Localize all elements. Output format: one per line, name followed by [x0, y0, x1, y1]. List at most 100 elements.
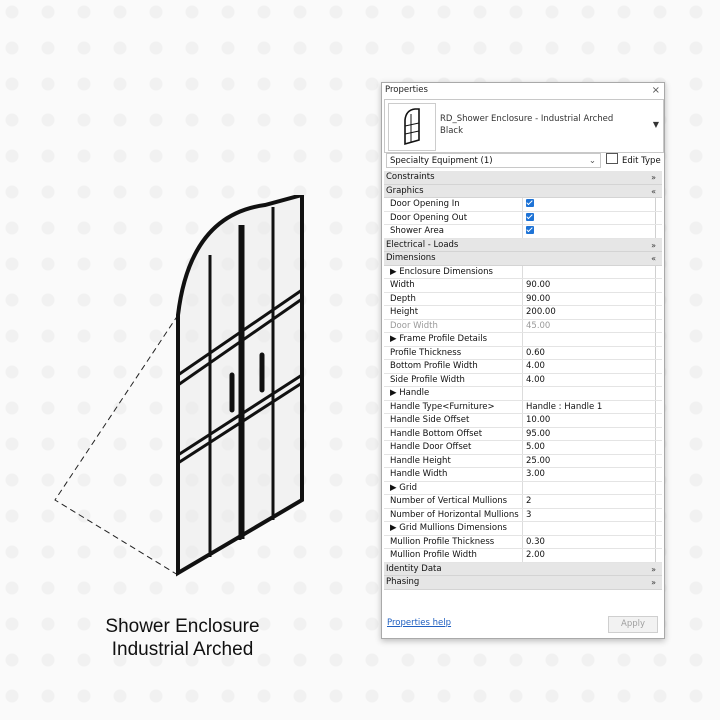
section-header[interactable]: Identity Data »: [384, 562, 662, 577]
dropdown-arrow-icon[interactable]: ▼: [653, 120, 659, 129]
parameter-value[interactable]: 90.00: [526, 279, 550, 293]
section-header[interactable]: Constraints »: [384, 171, 662, 185]
parameter-label: Door Opening In: [390, 198, 523, 211]
parameter-value[interactable]: 0.30: [526, 536, 545, 550]
parameter-value[interactable]: 3: [526, 509, 531, 523]
caption: Shower Enclosure Industrial Arched: [60, 615, 305, 661]
section-header[interactable]: Graphics «: [384, 184, 662, 199]
section-label: Electrical - Loads: [386, 239, 459, 250]
section-header[interactable]: Phasing »: [384, 576, 662, 590]
parameter-row[interactable]: Height 200.00: [384, 306, 662, 320]
parameter-label: ▶ Grid: [390, 481, 523, 494]
parameter-group-row[interactable]: ▶ Grid Mullions Dimensions: [384, 522, 662, 536]
type-selector[interactable]: RD_Shower Enclosure - Industrial Arched …: [384, 99, 664, 153]
parameter-row[interactable]: Number of Vertical Mullions 2: [384, 495, 662, 509]
apply-button[interactable]: Apply: [608, 616, 658, 633]
parameter-value[interactable]: 4.00: [526, 374, 545, 388]
parameter-label: Number of Vertical Mullions: [390, 495, 523, 508]
row-edge: [655, 400, 662, 413]
parameter-row[interactable]: Side Profile Width 4.00: [384, 373, 662, 388]
parameter-label: Number of Horizontal Mullions: [390, 508, 523, 521]
parameter-group-row[interactable]: ▶ Handle: [384, 387, 662, 401]
edit-type-button[interactable]: Edit Type: [606, 153, 661, 168]
parameter-row[interactable]: Door Width 45.00: [384, 319, 662, 334]
parameter-row[interactable]: Bottom Profile Width 4.00: [384, 360, 662, 374]
parameter-row[interactable]: Mullion Profile Thickness 0.30: [384, 535, 662, 550]
parameter-row[interactable]: Handle Bottom Offset 95.00: [384, 427, 662, 442]
parameter-checkbox[interactable]: [526, 198, 534, 212]
parameter-checkbox[interactable]: [526, 212, 534, 226]
section-toggle-icon[interactable]: »: [651, 576, 656, 590]
parameter-value[interactable]: 45.00: [526, 320, 550, 334]
parameter-label: Width: [390, 279, 523, 292]
section-header[interactable]: Dimensions «: [384, 252, 662, 266]
parameter-value[interactable]: 2: [526, 495, 531, 509]
parameter-row[interactable]: Handle Side Offset 10.00: [384, 414, 662, 428]
parameter-label: Handle Bottom Offset: [390, 427, 523, 440]
checkbox-checked-icon[interactable]: [526, 226, 534, 234]
section-toggle-icon[interactable]: »: [651, 239, 656, 253]
row-edge: [655, 468, 662, 481]
section-toggle-icon[interactable]: »: [651, 171, 656, 185]
parameter-row[interactable]: Handle Width 3.00: [384, 468, 662, 482]
properties-grid: Constraints» Graphics «Door Opening In Door…: [384, 171, 662, 590]
section-header[interactable]: Electrical - Loads »: [384, 238, 662, 253]
parameter-row[interactable]: Mullion Profile Width 2.00: [384, 549, 662, 563]
section-label: Graphics: [386, 185, 424, 196]
type-name: RD_Shower Enclosure - Industrial Arched …: [440, 113, 613, 137]
parameter-group-row[interactable]: ▶ Frame Profile Details: [384, 333, 662, 347]
parameter-label: Profile Thickness: [390, 346, 523, 359]
parameter-row[interactable]: Handle Door Offset 5.00: [384, 441, 662, 455]
parameter-value[interactable]: 0.60: [526, 347, 545, 361]
parameter-value[interactable]: 3.00: [526, 468, 545, 482]
close-icon[interactable]: ×: [652, 83, 660, 98]
panel-title: Properties: [385, 85, 428, 95]
parameter-row[interactable]: Profile Thickness 0.60: [384, 346, 662, 361]
row-edge: [655, 427, 662, 440]
properties-panel: Properties × RD_Shower Enclosure - Indus…: [381, 82, 665, 639]
parameter-label: Handle Type<Furniture>: [390, 400, 523, 413]
parameter-label: Handle Height: [390, 454, 523, 467]
floor-outline: [54, 314, 179, 576]
parameter-row[interactable]: Handle Height 25.00: [384, 454, 662, 469]
parameter-row[interactable]: Door Opening Out: [384, 211, 662, 226]
parameter-row[interactable]: Depth 90.00: [384, 292, 662, 307]
parameter-row[interactable]: Shower Area: [384, 225, 662, 239]
section-toggle-icon[interactable]: «: [651, 252, 656, 266]
row-edge: [655, 279, 662, 292]
section-toggle-icon[interactable]: «: [651, 185, 656, 199]
parameter-value[interactable]: 2.00: [526, 549, 545, 563]
parameter-value[interactable]: 200.00: [526, 306, 556, 320]
parameter-label: Height: [390, 306, 523, 319]
row-edge: [655, 225, 662, 238]
row-edge: [655, 508, 662, 521]
parameter-label: ▶ Handle: [390, 387, 523, 400]
parameter-group-row[interactable]: ▶ Grid: [384, 481, 662, 495]
parameter-value[interactable]: 4.00: [526, 360, 545, 374]
row-edge: [655, 373, 662, 386]
parameter-row[interactable]: Width 90.00: [384, 279, 662, 293]
parameter-label: Bottom Profile Width: [390, 360, 523, 373]
type-name-line-2: Black: [440, 126, 463, 136]
checkbox-checked-icon[interactable]: [526, 212, 534, 221]
properties-help-link[interactable]: Properties help: [387, 618, 451, 628]
parameter-checkbox[interactable]: [526, 225, 534, 239]
parameter-value[interactable]: 95.00: [526, 428, 550, 442]
row-edge: [655, 265, 662, 278]
row-edge: [655, 549, 662, 562]
row-edge: [655, 481, 662, 494]
parameter-value[interactable]: 90.00: [526, 293, 550, 307]
checkbox-checked-icon[interactable]: [526, 199, 534, 207]
parameter-value[interactable]: 5.00: [526, 441, 545, 455]
category-filter-select[interactable]: Specialty Equipment (1) ⌄: [386, 153, 601, 168]
parameter-value[interactable]: 25.00: [526, 455, 550, 469]
parameter-value[interactable]: 10.00: [526, 414, 550, 428]
parameter-row[interactable]: Number of Horizontal Mullions 3: [384, 508, 662, 523]
parameter-group-row[interactable]: ▶ Enclosure Dimensions: [384, 265, 662, 279]
parameter-row[interactable]: Handle Type<Furniture> Handle : Handle 1: [384, 400, 662, 415]
parameter-row[interactable]: Door Opening In: [384, 198, 662, 212]
shower-enclosure-drawing: [54, 195, 304, 577]
section-toggle-icon[interactable]: »: [651, 563, 656, 577]
edit-type-icon: [606, 153, 618, 164]
parameter-value[interactable]: Handle : Handle 1: [526, 401, 602, 415]
